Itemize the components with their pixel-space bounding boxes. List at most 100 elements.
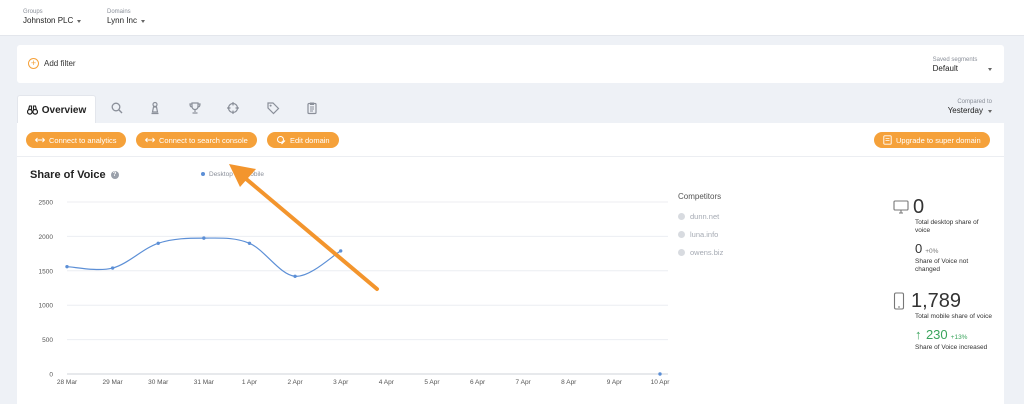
desktop-change-value: 0 [915,241,923,256]
upgrade-super-domain-label: Upgrade to super domain [896,135,981,145]
legend-desktop[interactable]: Desktop [201,171,233,178]
trophy-icon[interactable] [188,101,202,115]
mobile-change-value: 230 [925,327,948,342]
data-point [65,264,69,269]
desktop-monitor-icon [893,200,909,214]
arrows-horizontal-icon [145,137,155,143]
legend-desktop-label: Desktop [209,171,233,178]
connect-search-console-button[interactable]: Connect to search console [136,132,257,148]
help-icon[interactable]: ? [110,171,119,179]
saved-segments-selector[interactable]: Saved segments Default [933,56,992,74]
crosshair-icon[interactable] [226,101,240,115]
x-tick-label: 30 Mar [148,379,169,386]
mobile-change-percent: +13% [950,334,968,341]
add-filter-label: Add filter [44,59,76,68]
x-tick-label: 8 Apr [561,379,577,386]
desktop-share-label: Total desktop share of voice [915,219,979,234]
y-tick-label: 0 [49,372,53,379]
compared-to-selector[interactable]: Compared to Yesterday [948,98,992,116]
edit-domain-button[interactable]: Edit domain [267,132,339,148]
legend-mobile[interactable]: Mobile [245,171,264,178]
x-tick-label: 28 Mar [57,379,78,386]
mobile-change-label: Share of Voice increased [915,344,988,351]
domains-selector[interactable]: Domains Lynn Inc [107,8,145,26]
groups-value: Johnston PLC [23,16,74,25]
share-of-voice-chart: 0 500 1000 1500 2000 2500 28 Mar 29 Mar 30 Mar 31… [39,200,671,387]
binoculars-icon [26,105,38,115]
competitor-name: luna.info [690,229,719,239]
action-buttons-row: Connect to analytics Connect to search c… [17,123,1004,157]
tab-overview-label: Overview [41,104,87,116]
competitor-dot-icon [678,212,685,220]
data-point [156,241,160,245]
connect-analytics-label: Connect to analytics [49,135,117,145]
tags-icon[interactable] [266,101,280,115]
document-upgrade-icon [883,135,892,145]
x-tick-label: 2 Apr [287,379,303,386]
x-tick-label: 5 Apr [424,379,440,386]
y-tick-label: 2000 [39,234,54,241]
saved-segments-value: Default [932,64,958,73]
top-bar: Groups Johnston PLC Domains Lynn Inc [0,0,1024,36]
x-tick-label: 1 Apr [242,379,258,386]
saved-segments-label: Saved segments [932,57,978,63]
overview-panel: Connect to analytics Connect to search c… [17,123,1004,404]
filter-bar: + Add filter Saved segments Default [17,45,1004,83]
connect-analytics-button[interactable]: Connect to analytics [26,132,126,148]
trend-up-icon: ↑ [915,327,922,342]
y-tick-label: 1000 [39,303,54,310]
data-point [293,274,297,279]
compared-to-label: Compared to [957,99,992,105]
competitor-name: owens.biz [690,247,724,257]
competitor-item[interactable]: luna.info [678,225,723,243]
data-point [110,266,115,270]
groups-label: Groups [23,9,43,15]
upgrade-super-domain-button[interactable]: Upgrade to super domain [874,132,990,148]
groups-selector[interactable]: Groups Johnston PLC [23,8,82,26]
x-tick-label: 29 Mar [102,379,123,386]
y-tick-label: 500 [42,337,53,344]
mobile-share-label: Total mobile share of voice [915,313,992,320]
chevron-down-icon [140,19,145,23]
data-point [658,372,662,376]
stats-panel: 0 Total desktop share of voice 0 +0% Shar… [893,195,993,352]
y-tick-label: 1500 [39,268,54,275]
legend-dot-icon [201,172,205,177]
search-icon[interactable] [110,101,124,115]
compared-to-value: Yesterday [947,106,983,115]
domains-value: Lynn Inc [107,16,137,25]
chevron-down-icon [988,109,992,113]
desktop-change-label: Share of Voice not changed [915,258,969,273]
connect-search-console-label: Connect to search console [159,135,248,145]
chess-pawn-icon[interactable] [148,101,162,115]
competitor-dot-icon [678,230,685,238]
x-tick-label: 31 Mar [194,379,215,386]
y-tick-label: 2500 [39,200,54,207]
competitor-dot-icon [678,248,685,256]
chart-legend: Desktop Mobile [201,171,264,178]
x-tick-label: 6 Apr [470,379,486,386]
competitor-item[interactable]: owens.biz [678,243,723,261]
tabs-row: Overview Compared to Yesterday [17,93,1004,124]
clipboard-icon[interactable] [305,101,319,115]
competitors-list: Competitors dunn.net luna.info owens.biz [678,192,723,261]
desktop-share-value: 0 [913,196,925,218]
share-of-voice-title-text: Share of Voice [30,169,106,181]
edit-gear-icon [277,136,286,145]
x-tick-label: 7 Apr [516,379,532,386]
share-of-voice-title: Share of Voice ? [30,169,119,181]
tab-overview[interactable]: Overview [17,95,96,124]
chevron-down-icon [77,19,82,23]
plus-circle-icon: + [28,58,39,69]
data-point [202,236,206,240]
x-tick-label: 4 Apr [379,379,395,386]
mobile-phone-icon [893,292,905,310]
chevron-down-icon [988,67,992,71]
x-tick-label: 3 Apr [333,379,349,386]
data-point [247,241,252,245]
competitor-item[interactable]: dunn.net [678,207,723,225]
competitors-header: Competitors [678,192,722,201]
add-filter-button[interactable]: + Add filter [28,58,76,69]
desktop-change-percent: +0% [925,248,939,255]
edit-domain-label: Edit domain [290,135,330,145]
